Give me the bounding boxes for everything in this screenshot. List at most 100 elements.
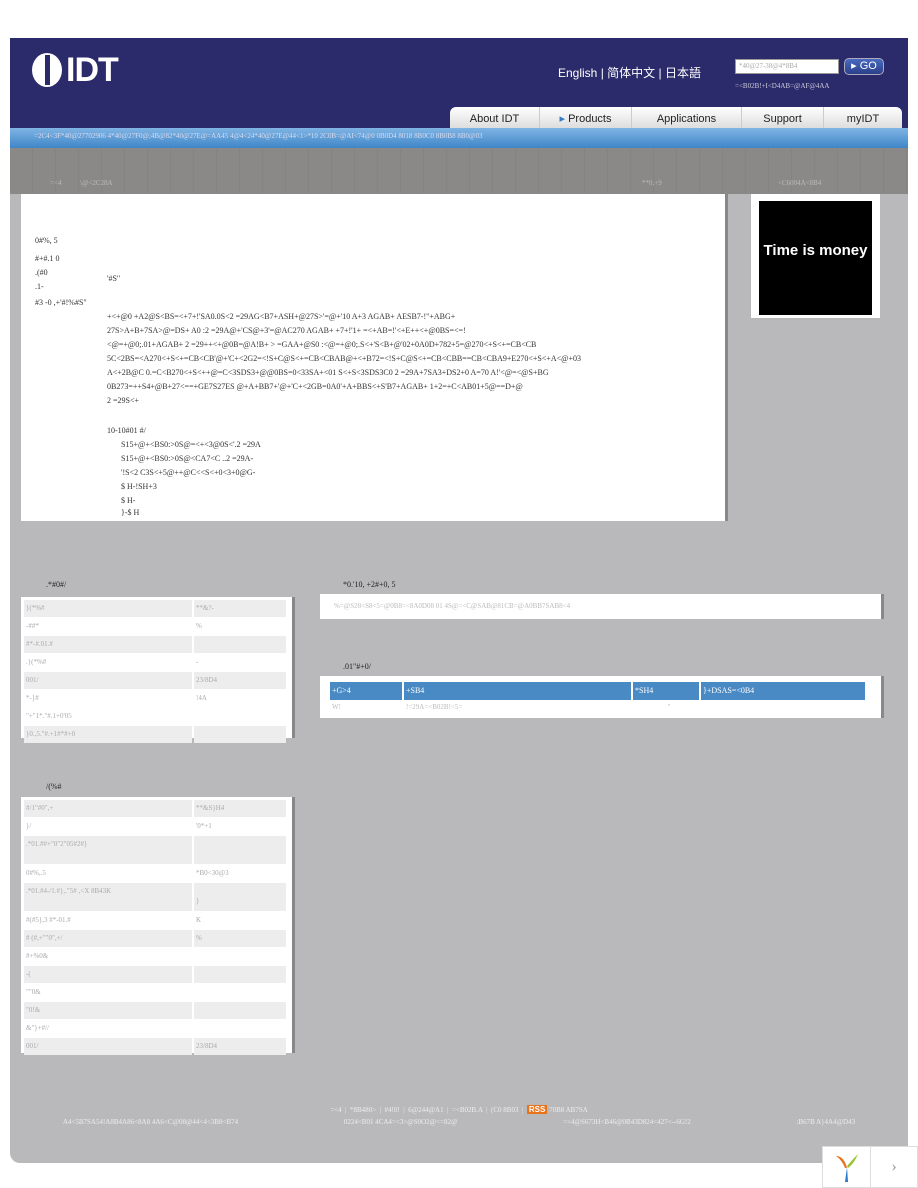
stripe-left[interactable]: =<4	[50, 179, 61, 187]
logo-mark-icon	[32, 53, 62, 87]
nav-myidt[interactable]: myIDT	[824, 107, 902, 128]
cell: '0*+1	[196, 822, 212, 830]
idt-logo[interactable]: IDT	[32, 50, 119, 90]
cell: *B0<30@3	[196, 869, 229, 877]
cell: ""0&	[26, 988, 41, 996]
stripe-bar: =<4 \@<2C28A **0,+9 <C6004A<8B4	[10, 148, 908, 194]
column-header[interactable]: +G>4	[330, 682, 404, 700]
nav-products[interactable]: ▸ Products	[540, 107, 632, 128]
column-header[interactable]: *SH4	[633, 682, 701, 700]
paragraph-line: 27S>A+B+7SA>@=DS+ A0 :2 =29A@+'CS@+3'=@A…	[107, 326, 466, 335]
label: #3 -0 ,+'#!%#S"	[35, 298, 87, 307]
stripe-left2[interactable]: \@<2C28A	[80, 179, 113, 187]
table-row: ""0&	[24, 984, 286, 1001]
table-row: .*01.##+"0"2"05#2#}	[24, 836, 286, 864]
rss-link[interactable]: 70B8 AB7SA	[549, 1106, 588, 1114]
cell: }0.,5."#.+1#*#+0	[24, 726, 192, 743]
table-row: "0!&	[24, 1002, 286, 1019]
table-row: }/ '0*+1	[24, 818, 286, 835]
rss-icon[interactable]: RSS	[526, 1105, 548, 1114]
table-row: .*01.#4-/1.#},."5# ,<X 8B43K}	[24, 883, 286, 911]
search-input[interactable]: *40@27-38@4*8B4	[735, 59, 839, 74]
cell	[194, 966, 286, 983]
cell: #(#5},3 #*-01.#	[26, 916, 71, 924]
footer-link[interactable]: #4!0!	[385, 1106, 400, 1114]
footer-text[interactable]: A4<5B7SA54!A8B4A86<8A8 4A6<C@08@44<4<3B8…	[63, 1118, 238, 1126]
docs-box: %=@S28<S8<5=@0B8=<8A0D08 01 4S@=<C@SAB@8…	[320, 594, 884, 619]
ordering-table: +G>4 +SB4 *SH4 }+DSAS=<0B4 W! !=29A=<B02…	[320, 676, 884, 718]
cell	[194, 708, 286, 725]
cell: }/	[26, 822, 32, 830]
ad-text: Time is money	[759, 201, 872, 315]
footer-link[interactable]: 6@244@A1	[408, 1106, 443, 1114]
paragraph-line: 5C<2BS=<A270<+S<+=CB<CB'@+'C+<2G2=<!S+C@…	[107, 354, 581, 363]
lang-english[interactable]: English	[558, 66, 597, 80]
logo-text: IDT	[66, 50, 119, 89]
cell	[194, 636, 286, 653]
list-item: }-$ H	[121, 508, 140, 517]
label: .(#0	[35, 268, 48, 277]
go-button[interactable]: ▸ GO	[844, 58, 884, 75]
footer-text[interactable]: :B67B A}4A4@D43	[796, 1118, 855, 1126]
cell: %	[194, 930, 286, 947]
footer-link[interactable]: (C0 8B03	[491, 1106, 518, 1114]
column-header[interactable]: }+DSAS=<0B4	[701, 682, 865, 700]
packaging-table: #/1"#0",+ **&S}H4 }/ '0*+1 .*01.##+"0"2"05…	[21, 797, 295, 1055]
docs-title: *0.'10, +2#+0, 5	[343, 580, 396, 589]
specs-table: }(*%# **&?- -##*% #*-#.01.# .}(*%# - 001/2…	[21, 597, 295, 743]
footer-links: =<4 | *8B480> | #4!0! | 6@244@A1 | =<B02…	[330, 1105, 588, 1114]
breadcrumb[interactable]: =2C4<3F*40@27702906 4*40@27F0@;4B@82*40@…	[10, 128, 908, 148]
chevron-right-icon[interactable]: ›	[871, 1147, 917, 1187]
nav-support[interactable]: Support	[742, 107, 824, 128]
table-row: "+"1*."#.1+0'05	[24, 708, 286, 725]
table-row: }(*%# **&?-	[24, 600, 286, 617]
advanced-search-link[interactable]: =<B02B!+I<D4AB=@AF@4AA	[735, 82, 829, 90]
table-row: 0#%,.5 *B0<30@3	[24, 865, 286, 882]
footer-text[interactable]: 0224<B01 4CA4=<3>@S0O2@<=82@	[344, 1118, 458, 1126]
footer-text[interactable]: =<4@S673H<B46@0B43D824<427<--6G!2	[563, 1118, 691, 1126]
footer-link[interactable]: =<B02B.A	[452, 1106, 483, 1114]
lang-chinese[interactable]: 简体中文	[607, 66, 655, 80]
cell: -##*	[26, 622, 39, 630]
stripe-mid[interactable]: **0,+9	[642, 179, 662, 187]
cell	[194, 948, 286, 965]
table-row: 001/23/8D4	[24, 1038, 286, 1055]
cell	[194, 726, 286, 743]
footer: =<4 | *8B480> | #4!0! | 6@244@A1 | =<B02…	[10, 1105, 908, 1126]
product-description: 0#%, 5 #+#.1 0 .(#0 .1- #3 -0 ,+'#!%#S" …	[21, 194, 728, 521]
widget-logo-icon[interactable]	[823, 1147, 871, 1187]
nav-about[interactable]: About IDT	[450, 107, 540, 128]
nav-applications[interactable]: Applications	[632, 107, 742, 128]
ordering-title: .01"#+0/	[343, 662, 371, 671]
paragraph-line: A<+2B@C 0.=C<B270<+S<++@=C<3SDS3+@@0BS=0…	[107, 368, 549, 377]
table-row: -(	[24, 966, 286, 983]
column-header[interactable]: +SB4	[404, 682, 633, 700]
cell: #+%0&	[26, 952, 49, 960]
label: .1-	[35, 282, 44, 291]
nav-products-label: Products	[568, 113, 612, 125]
cell	[194, 1020, 286, 1037]
cell: %	[196, 622, 202, 630]
table-row: }0.,5."#.+1#*#+0	[24, 726, 286, 743]
paragraph-line: +<+@0 +A2@S<BS=<+7+!'SA0.0S<2 =29AG<B7+A…	[107, 312, 456, 321]
lang-japanese[interactable]: 日本語	[665, 66, 701, 80]
list-item: S15+@+<BS0:>0S@=<+<3@0S<'.2 =29A	[121, 440, 261, 449]
table-row: W! !=29A=<B02B!<5= "	[330, 700, 871, 714]
language-selector: English | 简体中文 | 日本語	[558, 66, 701, 80]
floating-widget[interactable]: ›	[822, 1146, 918, 1188]
label: #+#.1 0	[35, 254, 60, 263]
stripe-right[interactable]: <C6004A<8B4	[778, 179, 821, 187]
cell: "	[667, 703, 671, 711]
cell[interactable]: W!	[332, 703, 406, 711]
cell: K	[196, 916, 202, 924]
table-row: #(#5},3 #*-01.# K	[24, 912, 286, 929]
cell: .*01.#4-/1.#},."5# ,<X 8B43K	[24, 883, 192, 911]
footer-link[interactable]: *8B480>	[350, 1106, 376, 1114]
paragraph-line: 0B273=++S4+@B+27<==+GE7S27ES @+A+BB7+'@+…	[107, 382, 523, 391]
cell: 23/8D4	[194, 1038, 286, 1055]
footer-link[interactable]: =<4	[330, 1106, 341, 1114]
cell: 23/8D4	[194, 672, 286, 689]
table-row: # (#,+""0",+/%	[24, 930, 286, 947]
table-row: #/1"#0",+ **&S}H4	[24, 800, 286, 817]
time-is-money-ad[interactable]: Time is money	[751, 194, 880, 318]
